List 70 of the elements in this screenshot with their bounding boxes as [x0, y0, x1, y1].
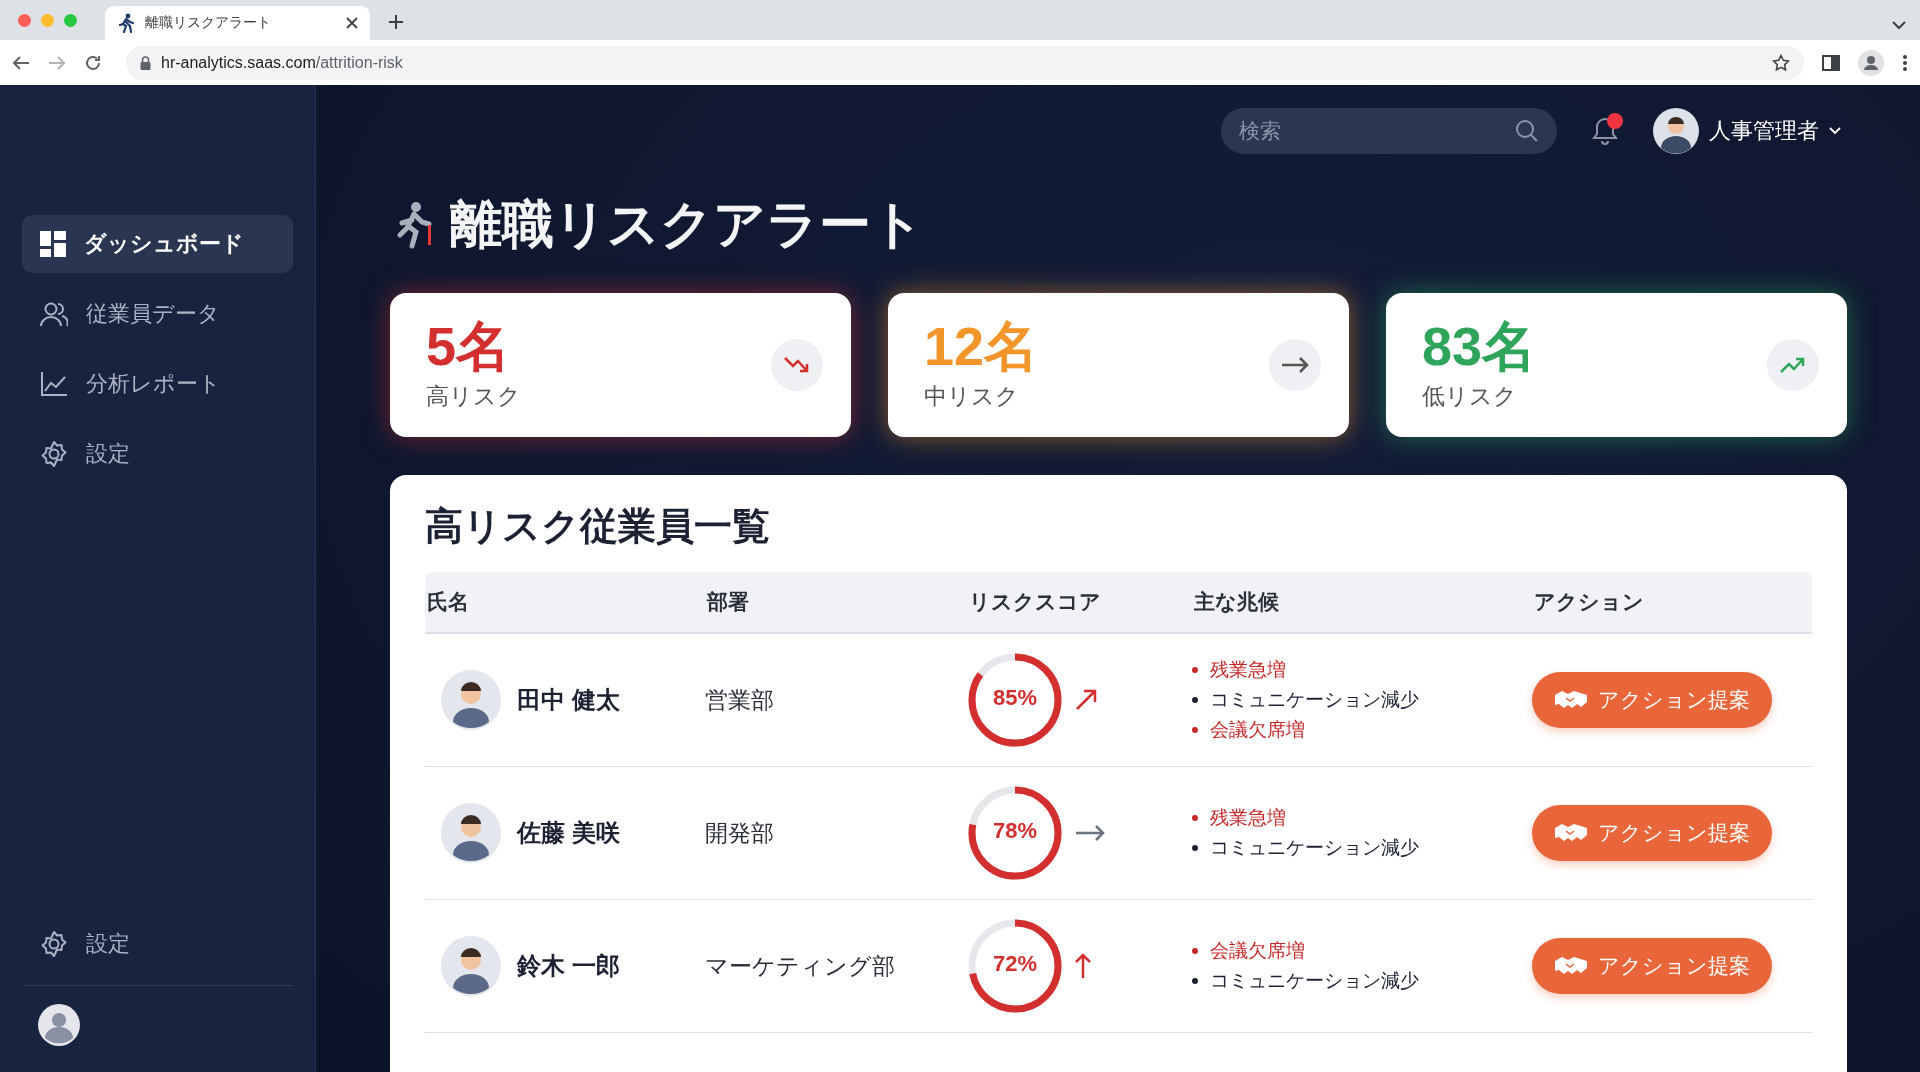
more-menu-icon[interactable] [1902, 53, 1908, 72]
settings-icon [40, 930, 68, 958]
tab-title: 離職リスクアラート [145, 14, 272, 32]
user-avatar-icon[interactable] [38, 1004, 80, 1046]
profile-icon[interactable] [1858, 49, 1884, 76]
employee-name: 佐藤 美咲 [517, 818, 620, 848]
lock-icon [140, 55, 151, 70]
side-panel-icon[interactable] [1822, 54, 1840, 71]
browser-tab[interactable]: 離職リスクアラート [105, 6, 370, 40]
person-avatar-icon [441, 670, 501, 730]
employee-name: 鈴木 一郎 [517, 951, 620, 981]
department: 営業部 [705, 685, 775, 715]
department: マーケティング部 [705, 951, 896, 981]
sidebar-item[interactable]: 設定 [22, 425, 293, 483]
column-header: アクション [1533, 589, 1645, 615]
person-avatar-icon [441, 803, 501, 863]
star-icon[interactable] [1772, 53, 1790, 72]
risk-score: 85% [991, 685, 1038, 711]
risk-count: 12名 [924, 318, 1040, 375]
risk-score: 78% [991, 818, 1038, 844]
risk-label: 低リスク [1422, 381, 1518, 411]
new-tab-icon[interactable] [388, 14, 404, 30]
section-title: 高リスク従業員一覧 [425, 504, 771, 549]
warning-sign: 会議欠席増 [1192, 717, 1532, 743]
back-icon[interactable] [12, 54, 30, 71]
risk-label: 中リスク [924, 381, 1020, 411]
reload-icon[interactable] [84, 53, 102, 72]
risk-count: 83名 [1422, 318, 1538, 375]
trend-down-icon [783, 355, 811, 375]
bell-icon[interactable] [1591, 116, 1619, 146]
address-bar[interactable]: hr-analytics.saas.com/attrition-risk [126, 45, 1804, 80]
column-header: リスクスコア [968, 589, 1102, 615]
warning-sign: 残業急増 [1192, 657, 1532, 683]
people-icon [40, 301, 68, 327]
sidebar-item[interactable]: 分析レポート [22, 355, 293, 413]
column-header: 主な兆候 [1193, 589, 1280, 616]
risk-score: 72% [991, 951, 1038, 977]
employee-name: 田中 健太 [517, 685, 620, 715]
user-menu[interactable]: 人事管理者 [1647, 107, 1847, 155]
url-text: hr-analytics.saas.com/attrition-risk [161, 53, 403, 72]
running-person-icon [117, 13, 135, 33]
sidebar-item[interactable]: 従業員データ [22, 285, 293, 343]
close-icon[interactable] [346, 17, 358, 29]
arrow-up-icon [1075, 953, 1091, 979]
page-title: 離職リスクアラート [450, 194, 924, 255]
sidebar-item[interactable]: 設定 [22, 915, 293, 973]
risk-count: 5名 [426, 318, 512, 375]
sidebar-item[interactable]: ダッシュボード [22, 215, 293, 273]
column-header: 部署 [705, 589, 750, 615]
search-icon [1515, 119, 1539, 143]
person-avatar-icon [441, 936, 501, 996]
warning-sign: 残業急増 [1192, 805, 1532, 831]
chevron-down-icon[interactable] [1892, 21, 1906, 30]
settings-icon [40, 440, 68, 468]
line-chart-icon [40, 371, 68, 397]
arrow-up-right-icon [1075, 689, 1097, 711]
department: 開発部 [705, 818, 775, 848]
dashboard-icon [40, 231, 66, 257]
warning-sign: コミュニケーション減少 [1192, 968, 1532, 994]
search-field[interactable]: 検索 [1221, 108, 1557, 154]
arrow-right-icon [1075, 825, 1105, 841]
trend-up-icon [1779, 355, 1807, 375]
risk-label: 高リスク [426, 381, 522, 411]
warning-sign: 会議欠席増 [1192, 938, 1532, 964]
column-header: 氏名 [426, 589, 470, 615]
arrow-right-icon [1281, 357, 1309, 373]
avatar-icon [1653, 108, 1699, 154]
warning-sign: コミュニケーション減少 [1192, 687, 1532, 713]
warning-sign: コミュニケーション減少 [1192, 835, 1532, 861]
chevron-down-icon [1829, 127, 1841, 135]
